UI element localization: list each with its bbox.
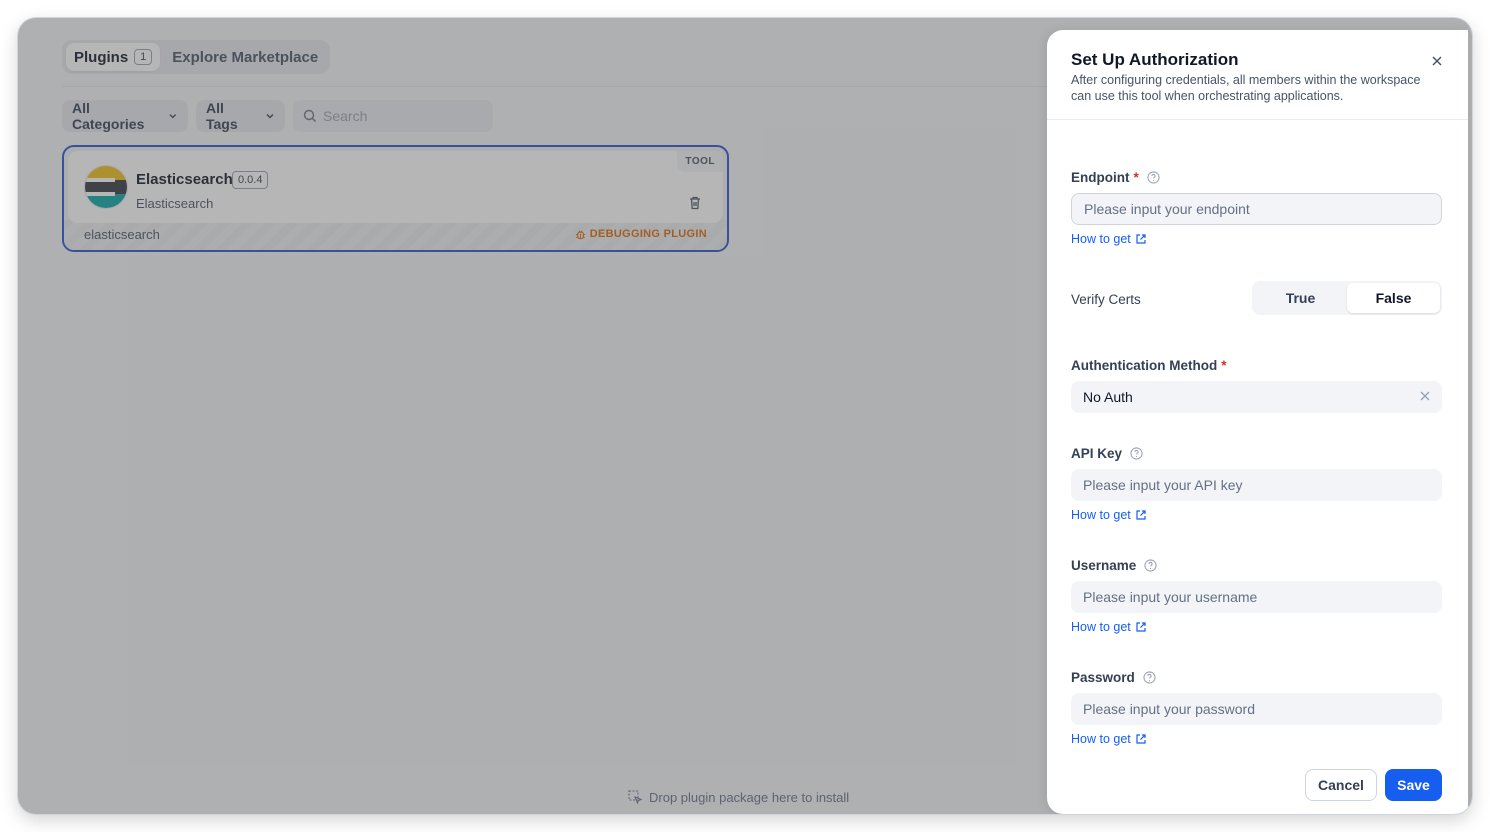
how-to-get-text: How to get — [1071, 232, 1131, 246]
auth-method-label-text: Authentication Method — [1071, 358, 1218, 373]
external-link-icon — [1136, 734, 1146, 744]
how-to-get-text: How to get — [1071, 732, 1131, 746]
drawer-header: Set Up Authorization After configuring c… — [1047, 30, 1468, 120]
username-placeholder: Please input your username — [1083, 589, 1258, 605]
drawer-description: After configuring credentials, all membe… — [1071, 73, 1421, 103]
authorization-drawer: Set Up Authorization After configuring c… — [1047, 30, 1468, 814]
password-label: Password — [1071, 670, 1156, 685]
auth-method-select[interactable]: No Auth — [1071, 381, 1442, 413]
password-how-to-get-link[interactable]: How to get — [1071, 732, 1147, 746]
verify-certs-toggle: True False — [1252, 281, 1442, 315]
verify-certs-false-option[interactable]: False — [1347, 283, 1440, 313]
save-button[interactable]: Save — [1385, 769, 1442, 801]
api-key-label-text: API Key — [1071, 446, 1123, 461]
api-key-label: API Key — [1071, 446, 1143, 461]
close-icon[interactable] — [1430, 54, 1444, 68]
help-circle-icon[interactable] — [1143, 671, 1156, 684]
help-circle-icon[interactable] — [1147, 171, 1160, 184]
api-key-input[interactable]: Please input your API key — [1071, 469, 1442, 501]
verify-certs-true-option[interactable]: True — [1254, 283, 1347, 313]
endpoint-label: Endpoint * — [1071, 170, 1160, 185]
api-key-placeholder: Please input your API key — [1083, 477, 1243, 493]
how-to-get-text: How to get — [1071, 620, 1131, 634]
cancel-button[interactable]: Cancel — [1305, 769, 1377, 801]
external-link-icon — [1136, 510, 1146, 520]
username-label-text: Username — [1071, 558, 1137, 573]
how-to-get-text: How to get — [1071, 508, 1131, 522]
auth-method-label: Authentication Method * — [1071, 358, 1227, 373]
password-label-text: Password — [1071, 670, 1135, 685]
username-label: Username — [1071, 558, 1157, 573]
clear-icon[interactable] — [1420, 391, 1430, 401]
api-key-how-to-get-link[interactable]: How to get — [1071, 508, 1147, 522]
verify-certs-label: Verify Certs — [1071, 292, 1141, 307]
help-circle-icon[interactable] — [1130, 447, 1143, 460]
required-marker: * — [1221, 358, 1227, 373]
username-input[interactable]: Please input your username — [1071, 581, 1442, 613]
endpoint-input[interactable]: Please input your endpoint — [1071, 193, 1442, 225]
app-window: Plugins 1 Explore Marketplace All Catego… — [18, 18, 1472, 814]
external-link-icon — [1136, 234, 1146, 244]
required-marker: * — [1133, 170, 1139, 185]
help-circle-icon[interactable] — [1144, 559, 1157, 572]
endpoint-how-to-get-link[interactable]: How to get — [1071, 232, 1147, 246]
username-how-to-get-link[interactable]: How to get — [1071, 620, 1147, 634]
endpoint-label-text: Endpoint — [1071, 170, 1130, 185]
auth-method-value: No Auth — [1083, 389, 1133, 405]
password-placeholder: Please input your password — [1083, 701, 1255, 717]
external-link-icon — [1136, 622, 1146, 632]
endpoint-placeholder: Please input your endpoint — [1084, 201, 1250, 217]
password-input[interactable]: Please input your password — [1071, 693, 1442, 725]
drawer-title: Set Up Authorization — [1071, 50, 1239, 69]
